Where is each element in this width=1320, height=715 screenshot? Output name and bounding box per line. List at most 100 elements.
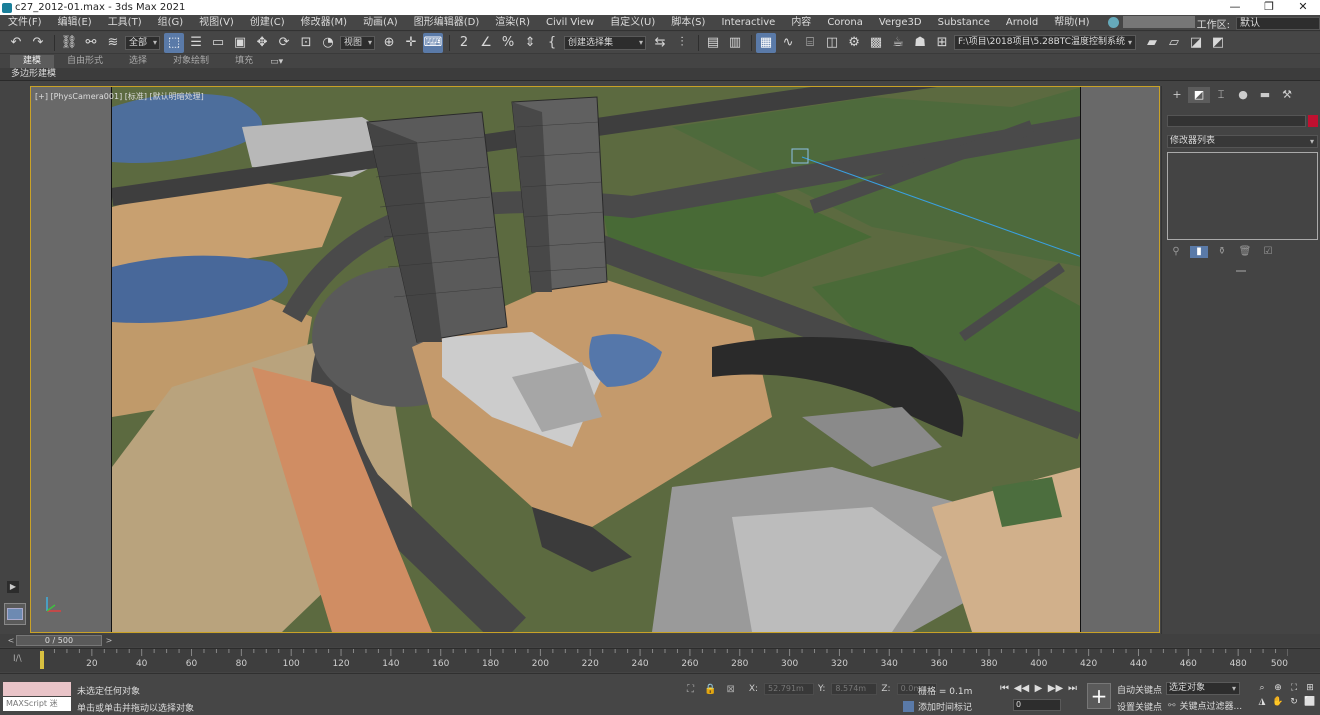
tab-freeform[interactable]: 自由形式 — [54, 55, 116, 68]
time-slider-thumb[interactable]: 0 / 500 — [16, 635, 102, 646]
prev-frame-arrow-icon[interactable]: < — [6, 635, 16, 646]
pivot-center-icon[interactable]: ⊕ — [379, 33, 399, 53]
menu-content[interactable]: 内容 — [783, 15, 819, 31]
ribbon-options-icon[interactable]: ▭▾ — [266, 57, 287, 67]
track-bar[interactable]: I/\ 20 40 60 80 100 120 140 160 180 200 220 240 260 2… — [0, 648, 1320, 672]
motion-tab-icon[interactable]: ● — [1232, 87, 1254, 103]
previous-frame-icon[interactable]: ◀◀ — [1013, 683, 1030, 694]
undo-icon[interactable]: ↶ — [6, 33, 26, 53]
move-icon[interactable]: ✥ — [252, 33, 272, 53]
display-tab-icon[interactable]: ▬ — [1254, 87, 1276, 103]
schematic-view-icon[interactable]: ⌸ — [800, 33, 820, 53]
make-unique-icon[interactable]: ⚱ — [1213, 246, 1231, 258]
menu-civil-view[interactable]: Civil View — [538, 15, 602, 31]
minimize-button[interactable]: — — [1218, 0, 1252, 15]
modify-tab-icon[interactable]: ◩ — [1188, 87, 1210, 103]
project-folder-icon[interactable]: ▰ — [1142, 33, 1162, 53]
keyboard-shortcut-override-icon[interactable]: ⌨ — [423, 32, 444, 53]
menu-corona[interactable]: Corona — [819, 15, 871, 31]
auto-key-button[interactable]: 自动关键点 — [1117, 683, 1162, 696]
align-icon[interactable]: ⫶ — [672, 33, 692, 53]
configure-sets-icon[interactable]: ☑ — [1259, 246, 1277, 258]
menu-scripting[interactable]: 脚本(S) — [663, 15, 713, 31]
project-save-icon[interactable]: ◪ — [1186, 33, 1206, 53]
named-selection-dropdown[interactable]: 创建选择集 — [564, 35, 647, 50]
user-account[interactable] — [1108, 16, 1195, 28]
time-slider[interactable]: < 0 / 500 > — [0, 634, 1320, 647]
close-button[interactable]: ✕ — [1286, 0, 1320, 15]
track-bar-toggle-icon[interactable]: I/\ — [13, 654, 22, 664]
reference-coordinate-dropdown[interactable]: 视图 — [340, 35, 376, 50]
modifier-stack[interactable] — [1167, 152, 1318, 240]
tab-modeling[interactable]: 建模 — [10, 55, 55, 68]
viewport-physcamera[interactable]: [+] [PhysCamera001] [标准] [默认明暗处理] — [30, 86, 1160, 633]
zoom-icon[interactable]: ⌕ — [1254, 683, 1270, 697]
placement-icon[interactable]: ◔ — [318, 33, 338, 53]
menu-animation[interactable]: 动画(A) — [355, 15, 406, 31]
menu-file[interactable]: 文件(F) — [0, 15, 50, 31]
rectangle-selection-icon[interactable]: ▭ — [208, 33, 228, 53]
menu-edit[interactable]: 编辑(E) — [50, 15, 100, 31]
y-coordinate-field[interactable]: 8.574m — [831, 683, 878, 695]
menu-rendering[interactable]: 渲染(R) — [487, 15, 538, 31]
window-crossing-icon[interactable]: ▣ — [230, 33, 250, 53]
object-color-swatch[interactable] — [1308, 115, 1318, 127]
isolate-icon[interactable]: ⛶ — [687, 684, 694, 695]
curve-editor-icon[interactable]: ∿ — [778, 33, 798, 53]
current-frame-pointer[interactable] — [40, 651, 44, 669]
layer-explorer-icon[interactable]: ▥ — [725, 33, 745, 53]
play-icon[interactable]: ▶ — [1030, 683, 1047, 694]
restore-button[interactable]: ❐ — [1252, 0, 1286, 15]
key-filters[interactable]: ⚯ 关键点过滤器... — [1168, 699, 1242, 713]
fov-icon[interactable]: ◮ — [1254, 697, 1270, 711]
scene-explorer-icon[interactable]: ▤ — [703, 33, 723, 53]
menu-arnold[interactable]: Arnold — [998, 15, 1046, 31]
rotate-icon[interactable]: ⟳ — [274, 33, 294, 53]
mirror-icon[interactable]: ⇆ — [650, 33, 670, 53]
menu-view[interactable]: 视图(V) — [191, 15, 242, 31]
tab-object-paint[interactable]: 对象绘制 — [160, 55, 222, 68]
material-editor-icon[interactable]: ◫ — [822, 33, 842, 53]
project-open-icon[interactable]: ▱ — [1164, 33, 1184, 53]
selection-filter-dropdown[interactable]: 全部 — [125, 35, 161, 50]
snaps-toggle-icon[interactable]: 2 — [454, 33, 474, 53]
scale-icon[interactable]: ⊡ — [296, 33, 316, 53]
zoom-extents-icon[interactable]: ⛶ — [1286, 683, 1302, 697]
edit-named-selection-icon[interactable]: { — [542, 33, 562, 53]
x-coordinate-field[interactable]: 52.791m — [764, 683, 815, 695]
pan-icon[interactable]: ✋ — [1270, 697, 1286, 711]
current-frame-field[interactable]: 0 — [1013, 699, 1061, 711]
viewport-layout-button[interactable] — [4, 603, 26, 625]
menu-graph-editors[interactable]: 图形编辑器(D) — [406, 15, 488, 31]
render-iterative-icon[interactable]: ☗ — [910, 33, 930, 53]
utilities-tab-icon[interactable]: ⚒ — [1276, 87, 1298, 103]
rendered-frame-window-icon[interactable]: ▩ — [866, 33, 886, 53]
scene-render[interactable] — [111, 87, 1081, 632]
expand-arrow-icon[interactable]: ▶ — [7, 581, 19, 593]
project-settings-icon[interactable]: ◩ — [1208, 33, 1228, 53]
workspace-selector[interactable]: 工作区: 默认 — [1197, 16, 1320, 31]
maxscript-listener-input[interactable]: MAXScript 迷 — [3, 697, 71, 711]
percent-snap-icon[interactable]: % — [498, 33, 518, 53]
set-key-plus-icon[interactable]: + — [1087, 683, 1111, 709]
set-key-button[interactable]: 设置关键点 — [1117, 700, 1162, 713]
workspace-dropdown[interactable]: 默认 — [1236, 17, 1320, 30]
render-grid-icon[interactable]: ⊞ — [932, 33, 952, 53]
bind-space-warp-icon[interactable]: ≋ — [103, 33, 123, 53]
modifier-list-dropdown[interactable]: 修改器列表 — [1167, 135, 1318, 148]
ribbon-panel-label[interactable]: 多边形建模 — [0, 68, 1320, 81]
render-setup-icon[interactable]: ⚙ — [844, 33, 864, 53]
create-tab-icon[interactable]: + — [1166, 87, 1188, 103]
menu-verge3d[interactable]: Verge3D — [871, 15, 930, 31]
menu-modifiers[interactable]: 修改器(M) — [293, 15, 355, 31]
manipulate-icon[interactable]: ✛ — [401, 33, 421, 53]
maximize-viewport-icon[interactable]: ⬜ — [1302, 697, 1318, 711]
spinner-snap-icon[interactable]: ⇕ — [520, 33, 540, 53]
zoom-all-icon[interactable]: ⊕ — [1270, 683, 1286, 697]
unlink-icon[interactable]: ⚯ — [81, 33, 101, 53]
go-to-end-icon[interactable]: ⏭ — [1064, 683, 1081, 694]
next-frame-icon[interactable]: ▶▶ — [1047, 683, 1064, 694]
select-object-icon[interactable]: ⬚ — [164, 32, 185, 53]
menu-create[interactable]: 创建(C) — [242, 15, 293, 31]
orbit-icon[interactable]: ↻ — [1286, 697, 1302, 711]
